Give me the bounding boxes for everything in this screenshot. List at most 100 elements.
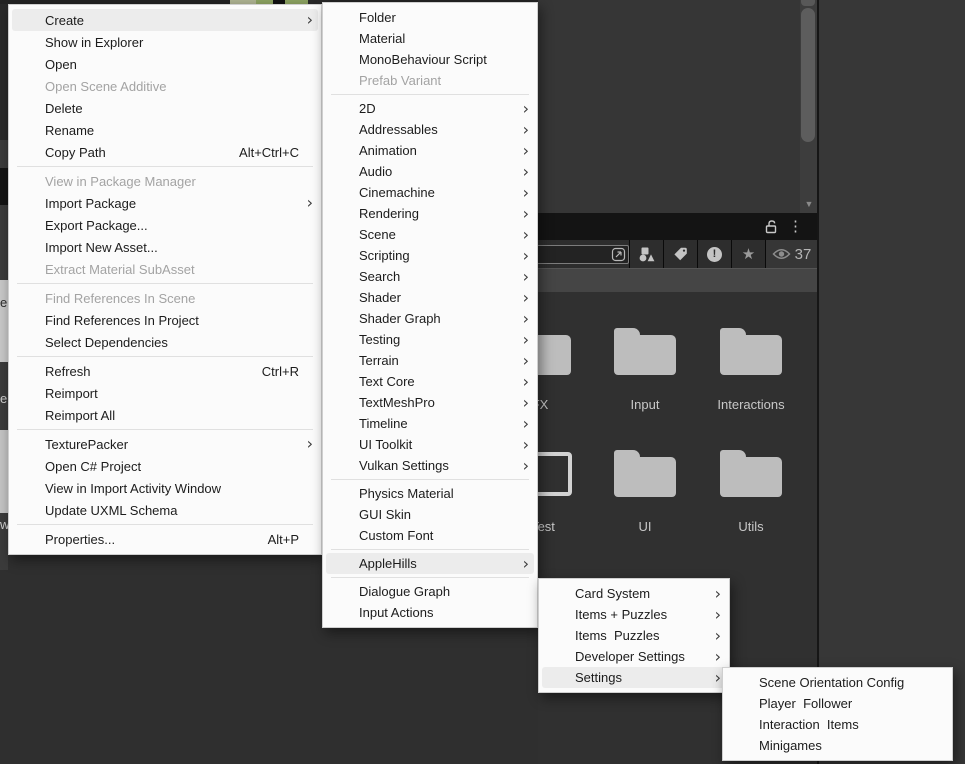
submenu-arrow-icon: › [519,416,529,432]
menu-item-search[interactable]: Search› [323,266,537,287]
menu-item-label: Physics Material [359,486,529,501]
menu-item-physics-material[interactable]: Physics Material [323,483,537,504]
submenu-arrow-icon: › [519,556,529,572]
menu-item-ui-toolkit[interactable]: UI Toolkit› [323,434,537,455]
menu-item-player-follower[interactable]: Player Follower [723,693,952,714]
menu-item-addressables[interactable]: Addressables› [323,119,537,140]
menu-item-view-in-import-activity-window[interactable]: View in Import Activity Window [9,477,321,499]
menu-item-developer-settings[interactable]: Developer Settings › [539,646,729,667]
submenu-arrow-icon: › [711,649,721,665]
menu-item-cinemachine[interactable]: Cinemachine› [323,182,537,203]
menu-item-scene[interactable]: Scene› [323,224,537,245]
menu-item-folder[interactable]: Folder [323,7,537,28]
menu-item-texturepacker[interactable]: TexturePacker› [9,433,321,455]
menu-item-card-system[interactable]: Card System› [539,583,729,604]
menu-item-label: Developer Settings [575,649,707,664]
menu-item-rendering[interactable]: Rendering› [323,203,537,224]
menu-item-gui-skin[interactable]: GUI Skin [323,504,537,525]
visible-items-counter[interactable]: 37 [766,240,817,268]
menu-item-label: Reimport All [45,408,313,423]
menu-item-audio[interactable]: Audio› [323,161,537,182]
menu-item-select-dependencies[interactable]: Select Dependencies [9,331,321,353]
filter-by-label-button[interactable] [664,240,697,268]
menu-item-import-new-asset[interactable]: Import New Asset... [9,236,321,258]
menu-item-textmeshpro[interactable]: TextMeshPro› [323,392,537,413]
left-panel-edge [0,280,8,362]
unlocked-icon[interactable] [765,219,778,234]
menu-separator [17,356,313,357]
menu-separator [331,549,529,550]
menu-item-2d[interactable]: 2D› [323,98,537,119]
inspector-panel [538,0,817,213]
menu-item-create[interactable]: Create› [12,9,318,31]
left-panel-edge [0,140,8,168]
menu-item-custom-font[interactable]: Custom Font [323,525,537,546]
menu-item-refresh[interactable]: RefreshCtrl+R [9,360,321,382]
menu-item-extract-material-subasset: Extract Material SubAsset [9,258,321,280]
menu-item-reimport[interactable]: Reimport [9,382,321,404]
menu-item-find-references-in-project[interactable]: Find References In Project [9,309,321,331]
menu-item-scripting[interactable]: Scripting› [323,245,537,266]
folder-utils[interactable] [720,450,782,497]
menu-item-testing[interactable]: Testing› [323,329,537,350]
menu-item-rename[interactable]: Rename [9,119,321,141]
menu-item-vulkan-settings[interactable]: Vulkan Settings› [323,455,537,476]
submenu-arrow-icon: › [711,628,721,644]
visible-count: 37 [795,246,812,263]
submenu-arrow-icon: › [519,185,529,201]
menu-item-copy-path[interactable]: Copy PathAlt+Ctrl+C [9,141,321,163]
folder-interactions[interactable] [720,328,782,375]
scrollbar-thumb[interactable] [801,8,815,142]
menu-item-label: Prefab Variant [359,73,529,88]
menu-item-show-in-explorer[interactable]: Show in Explorer [9,31,321,53]
menu-item-items-puzzles[interactable]: Items + Puzzles› [539,604,729,625]
menu-item-input-actions[interactable]: Input Actions [323,602,537,623]
scrollbar-down-button[interactable]: ▼ [803,198,815,210]
menu-item-items-puzzles[interactable]: Items Puzzles› [539,625,729,646]
menu-item-material[interactable]: Material [323,28,537,49]
menu-item-minigames[interactable]: Minigames [723,735,952,756]
menu-item-label: Scripting [359,248,515,263]
menu-item-monobehaviour-script[interactable]: MonoBehaviour Script [323,49,537,70]
kebab-menu-icon[interactable]: ⋮ [788,219,803,234]
star-icon: ★ [742,247,755,262]
menu-item-animation[interactable]: Animation› [323,140,537,161]
menu-item-export-package[interactable]: Export Package... [9,214,321,236]
console-filter-button[interactable]: ! [698,240,731,268]
menu-item-properties[interactable]: Properties...Alt+P [9,528,321,550]
menu-item-reimport-all[interactable]: Reimport All [9,404,321,426]
menu-item-settings[interactable]: Settings› [542,667,726,688]
menu-item-shader-graph[interactable]: Shader Graph› [323,308,537,329]
menu-item-label: Copy Path [45,145,219,160]
menu-item-interaction-items[interactable]: Interaction Items [723,714,952,735]
menu-item-delete[interactable]: Delete [9,97,321,119]
eye-icon [772,248,791,260]
folder-input[interactable] [614,328,676,375]
menu-item-shader[interactable]: Shader› [323,287,537,308]
search-input[interactable] [538,245,629,264]
menu-item-label: Shader Graph [359,311,515,326]
open-in-new-icon[interactable] [611,247,626,262]
favorites-button[interactable]: ★ [732,240,765,268]
menu-item-update-uxml-schema[interactable]: Update UXML Schema [9,499,321,521]
menu-item-label: TexturePacker [45,437,299,452]
folder-ui[interactable] [614,450,676,497]
menu-item-label: Vulkan Settings [359,458,515,473]
menu-item-open[interactable]: Open [9,53,321,75]
left-panel-edge [0,4,8,140]
menu-item-terrain[interactable]: Terrain› [323,350,537,371]
filter-by-type-button[interactable] [630,240,663,268]
menu-item-open-c-project[interactable]: Open C# Project [9,455,321,477]
menu-item-label: Scene [359,227,515,242]
submenu-arrow-icon: › [519,353,529,369]
menu-item-applehills[interactable]: AppleHills› [326,553,534,574]
menu-item-text-core[interactable]: Text Core› [323,371,537,392]
menu-item-label: Text Core [359,374,515,389]
menu-item-timeline[interactable]: Timeline› [323,413,537,434]
menu-item-dialogue-graph[interactable]: Dialogue Graph [323,581,537,602]
menu-separator [17,166,313,167]
menu-item-label: Delete [45,101,313,116]
menu-item-scene-orientation-config[interactable]: Scene Orientation Config [723,672,952,693]
menu-item-label: Settings [575,670,707,685]
menu-item-import-package[interactable]: Import Package› [9,192,321,214]
